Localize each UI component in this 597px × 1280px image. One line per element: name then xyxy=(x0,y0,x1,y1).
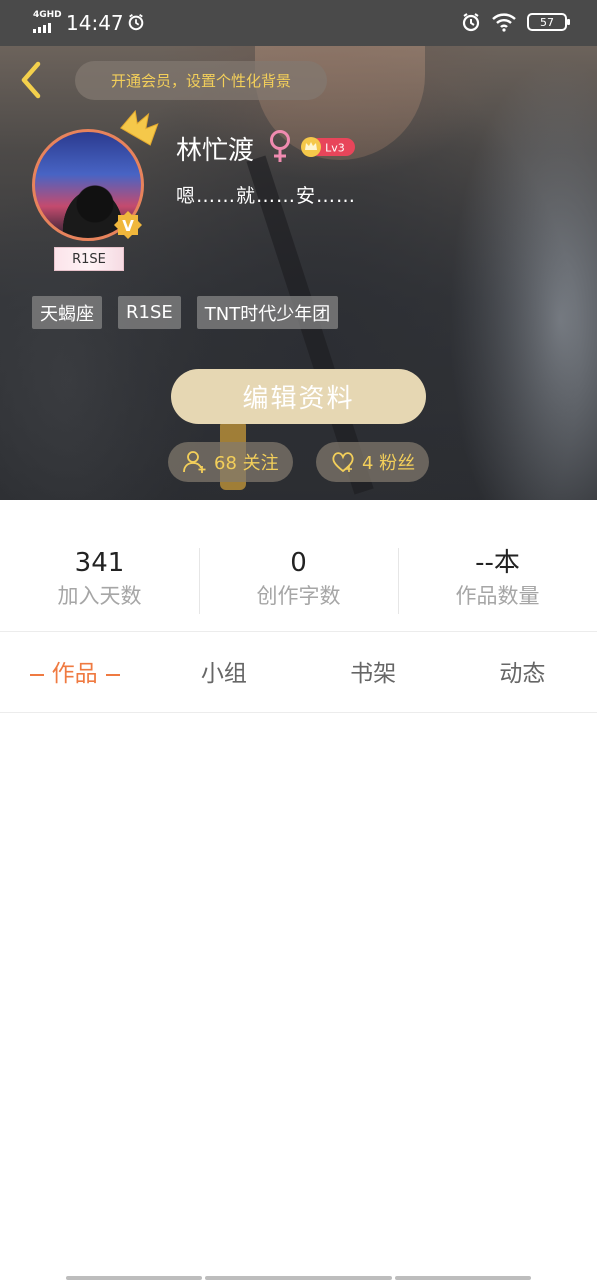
stat-value: 341 xyxy=(74,548,125,578)
divider xyxy=(0,631,597,632)
tab-activity[interactable]: 动态 xyxy=(448,650,597,698)
stat-label: 作品数量 xyxy=(455,584,540,608)
female-icon xyxy=(270,130,290,162)
tab-works[interactable]: 作品 xyxy=(0,650,149,698)
avatar-frame-label: R1SE xyxy=(72,251,106,267)
stat-label: 创作字数 xyxy=(256,584,341,608)
user-bio: 嗯……就……安…… xyxy=(176,185,357,207)
battery-level: 57 xyxy=(540,15,554,29)
stat-value: 0 xyxy=(290,548,307,578)
wifi-icon xyxy=(492,13,516,32)
tab-bookshelf[interactable]: 书架 xyxy=(299,650,448,698)
status-bar: 4GHD 14:47 57 xyxy=(0,0,597,46)
following-button[interactable]: 68 关注 xyxy=(168,442,293,482)
avatar-frame-tag: R1SE xyxy=(54,247,124,271)
stat-word-count[interactable]: 0 创作字数 xyxy=(199,546,398,616)
tab-label: 小组 xyxy=(200,661,247,687)
alarm-icon xyxy=(462,13,480,32)
edit-profile-label: 编辑资料 xyxy=(242,384,355,414)
battery-icon: 57 xyxy=(527,13,570,31)
following-count: 68 关注 xyxy=(214,453,279,474)
tag-item[interactable]: R1SE xyxy=(118,296,181,329)
edit-profile-button[interactable]: 编辑资料 xyxy=(171,369,426,424)
stat-label: 加入天数 xyxy=(57,584,142,608)
user-name: 林忙渡 xyxy=(176,136,255,166)
follow-user-icon xyxy=(183,451,206,473)
profile-tags: 天蝎座 R1SE TNT时代少年团 xyxy=(32,296,339,329)
vip-background-button[interactable]: 开通会员，设置个性化背景 xyxy=(75,61,327,100)
bottom-indicator xyxy=(66,1276,531,1280)
followers-count: 4 粉丝 xyxy=(362,453,416,474)
stat-days-joined[interactable]: 341 加入天数 xyxy=(0,546,199,616)
profile-tabs: 作品 小组 书架 动态 xyxy=(0,650,597,698)
back-icon[interactable] xyxy=(14,58,50,102)
signal-icon: 4GHD xyxy=(33,10,62,33)
profile-stats: 341 加入天数 0 创作字数 --本 作品数量 xyxy=(0,546,597,616)
tab-label: 作品 xyxy=(51,661,98,687)
level-badge: Lv3 xyxy=(301,137,355,157)
crown-icon xyxy=(120,109,159,146)
heart-icon xyxy=(332,452,354,473)
works-content-area xyxy=(0,713,597,1273)
vip-prompt-label: 开通会员，设置个性化背景 xyxy=(110,72,291,90)
followers-button[interactable]: 4 粉丝 xyxy=(316,442,430,482)
tag-item[interactable]: TNT时代少年团 xyxy=(196,296,339,329)
tab-label: 书架 xyxy=(350,661,397,687)
stat-value: --本 xyxy=(475,548,520,578)
tag-item[interactable]: 天蝎座 xyxy=(32,296,102,329)
level-label: Lv3 xyxy=(325,142,345,155)
stat-works-count[interactable]: --本 作品数量 xyxy=(398,546,597,616)
tab-label: 动态 xyxy=(499,661,546,687)
network-type: 4GHD xyxy=(33,10,62,20)
verified-label: V xyxy=(122,217,134,235)
verified-icon: V xyxy=(114,211,142,239)
alarm-icon xyxy=(128,14,144,31)
tab-groups[interactable]: 小组 xyxy=(149,650,298,698)
status-time: 14:47 xyxy=(66,11,124,35)
